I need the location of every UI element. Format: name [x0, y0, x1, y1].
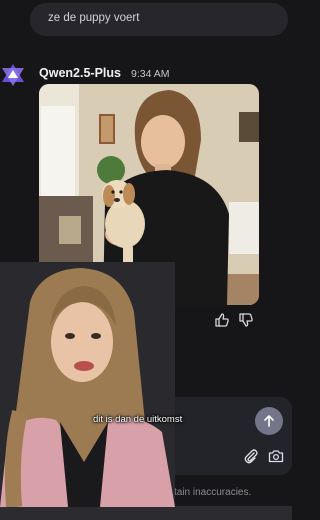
camera-icon[interactable]: [268, 448, 284, 464]
user-message-text: ze de puppy voert: [48, 12, 140, 24]
paperclip-icon[interactable]: [243, 448, 259, 464]
arrow-up-icon: [264, 415, 274, 427]
qwen-logo-icon: [2, 64, 24, 86]
bottom-bar: [0, 506, 292, 520]
video-caption: dit is dan de uitkomst: [93, 414, 183, 425]
message-timestamp: 9:34 AM: [131, 68, 170, 80]
presenter-video-overlay: [0, 262, 175, 507]
thumbs-down-icon[interactable]: [238, 312, 254, 328]
bot-name: Qwen2.5-Plus: [39, 66, 121, 80]
thumbs-up-icon[interactable]: [214, 312, 230, 328]
send-button[interactable]: [255, 407, 283, 435]
disclaimer-text: tain inaccuracies.: [174, 487, 252, 498]
